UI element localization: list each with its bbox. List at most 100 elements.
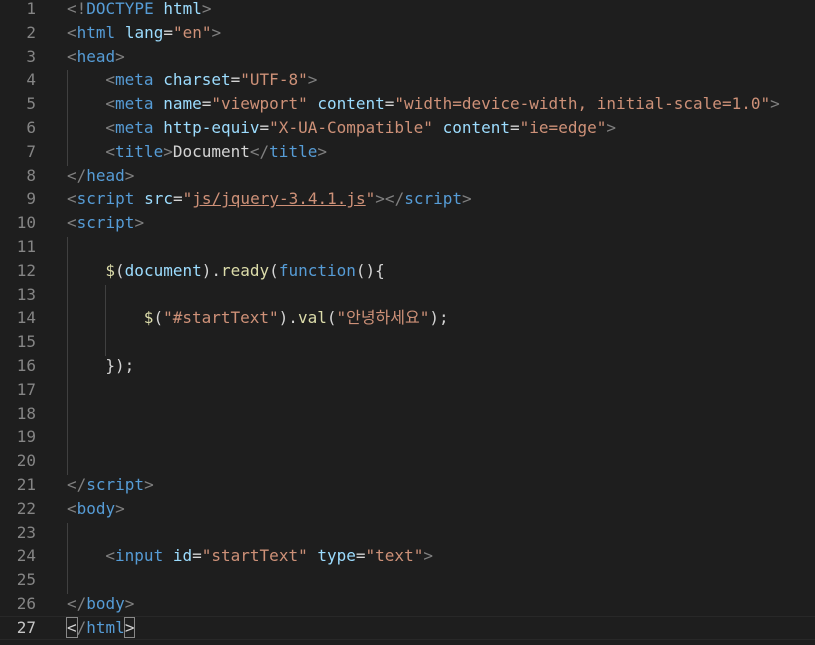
line-number: 22: [16, 498, 36, 518]
line-number: 27: [16, 617, 36, 637]
code-token: input: [115, 546, 164, 566]
code-line-24[interactable]: 24 <input id="startText" type="text">: [0, 544, 815, 568]
code-token: "X-UA-Compatible": [269, 118, 433, 137]
code-token: <: [67, 189, 77, 209]
line-code[interactable]: <!DOCTYPE html>: [67, 0, 212, 21]
code-line-6[interactable]: 6 <meta http-equiv="X-UA-Compatible" cont…: [0, 116, 815, 140]
code-editor[interactable]: 1 <!DOCTYPE html> 2 <html lang="en"> 3 <head>…: [0, 0, 815, 645]
code-line-14[interactable]: 14 $("#startText").val("안녕하세요");: [0, 306, 815, 330]
code-token: src: [144, 189, 173, 209]
code-token: ></: [375, 189, 405, 209]
code-line-17[interactable]: 17: [0, 378, 815, 402]
code-line-11[interactable]: 11: [0, 235, 815, 259]
code-token: "en": [172, 22, 212, 42]
code-token: script: [404, 189, 462, 209]
code-line-18[interactable]: 18: [0, 402, 815, 426]
code-token: html: [163, 0, 202, 18]
code-token: "startText": [201, 546, 308, 566]
code-token: =: [163, 22, 173, 42]
code-line-10[interactable]: 10 <script>: [0, 211, 815, 235]
code-token: <: [67, 22, 77, 42]
code-token: (: [115, 260, 125, 280]
code-token: title: [115, 141, 164, 161]
line-number: 20: [16, 451, 36, 471]
line-code[interactable]: <meta name="viewport" content="width=dev…: [105, 92, 779, 116]
line-code[interactable]: </html>: [66, 616, 136, 639]
code-token: >: [124, 594, 135, 613]
code-line-9[interactable]: 9 <script src="js/jquery-3.4.1.js"></scri…: [0, 187, 815, 211]
line-number: 17: [16, 379, 36, 399]
line-code[interactable]: <html lang="en">: [67, 21, 221, 45]
code-token: body: [76, 498, 116, 518]
line-number: 7: [26, 141, 36, 161]
line-number: 18: [16, 403, 36, 423]
code-line-22[interactable]: 22 <body>: [0, 497, 815, 521]
code-token: >: [201, 0, 212, 18]
code-line-20[interactable]: 20: [0, 449, 815, 473]
code-token: =: [355, 546, 366, 566]
code-token: charset: [163, 70, 231, 90]
code-token: val: [297, 308, 327, 328]
code-token: html: [86, 617, 125, 637]
code-token: >: [163, 141, 173, 161]
code-token: >: [134, 213, 145, 233]
line-code[interactable]: <title>Document</title>: [105, 140, 327, 164]
code-token: "ie=edge": [519, 118, 607, 137]
code-line-16[interactable]: 16});: [0, 354, 815, 378]
line-code[interactable]: <input id="startText" type="text">: [105, 544, 433, 568]
code-token: Document: [172, 141, 250, 161]
line-code[interactable]: $(document).ready(function(){: [105, 259, 384, 283]
code-token: <: [105, 70, 116, 90]
code-line-15[interactable]: 15: [0, 330, 815, 354]
code-token: <: [67, 498, 77, 518]
code-token: "UTF-8": [240, 70, 308, 90]
code-token: >: [423, 546, 433, 566]
code-token: ": [365, 189, 376, 209]
code-line-4[interactable]: 4 <meta charset="UTF-8">: [0, 68, 815, 92]
line-number: 5: [26, 94, 36, 114]
line-code[interactable]: </head>: [67, 164, 134, 188]
code-line-19[interactable]: 19: [0, 425, 815, 449]
line-code[interactable]: $("#startText").val("안녕하세요");: [144, 306, 449, 330]
line-code[interactable]: <head>: [67, 45, 125, 69]
line-code[interactable]: <body>: [67, 497, 125, 521]
code-line-12[interactable]: 12 $(document).ready(function(){: [0, 259, 815, 283]
code-token: content: [317, 94, 385, 114]
line-code[interactable]: <meta charset="UTF-8">: [105, 68, 317, 92]
code-line-5[interactable]: 5 <meta name="viewport" content="width=de…: [0, 92, 815, 116]
code-token: "viewport": [211, 94, 308, 114]
code-line-23[interactable]: 23: [0, 521, 815, 545]
code-line-26[interactable]: 26 </body>: [0, 592, 815, 616]
code-line-3[interactable]: 3 <head>: [0, 45, 815, 69]
line-code[interactable]: </body>: [67, 592, 134, 616]
code-line-25[interactable]: 25: [0, 568, 815, 592]
code-token: "width=device-width, initial-scale=1.0": [394, 94, 771, 114]
code-token: >: [462, 189, 472, 209]
code-token: type: [317, 546, 356, 566]
code-line-2[interactable]: 2 <html lang="en">: [0, 21, 815, 45]
line-code[interactable]: <script src="js/jquery-3.4.1.js"></scrip…: [67, 187, 472, 211]
code-token: title: [269, 141, 318, 161]
code-token: meta: [115, 118, 154, 137]
code-line-21[interactable]: 21 </script>: [0, 473, 815, 497]
code-token: =: [384, 94, 395, 114]
code-token: $: [105, 260, 116, 280]
line-number: 16: [16, 356, 36, 375]
code-line-1[interactable]: 1 <!DOCTYPE html>: [0, 0, 815, 21]
code-line-27[interactable]: 27 </html>: [0, 615, 815, 640]
code-token: document: [124, 260, 202, 280]
code-token: >: [211, 22, 222, 42]
line-code[interactable]: <script>: [67, 211, 144, 235]
line-code[interactable]: </script>: [67, 473, 154, 497]
line-code[interactable]: });: [105, 354, 134, 378]
code-line-13[interactable]: 13: [0, 283, 815, 307]
code-line-8[interactable]: 8 </head>: [0, 164, 815, 188]
code-line-7[interactable]: 7 <title>Document</title>: [0, 140, 815, 164]
code-token: $: [143, 308, 154, 328]
code-token: "text": [365, 546, 424, 566]
line-code[interactable]: <meta http-equiv="X-UA-Compatible" conte…: [105, 116, 616, 140]
